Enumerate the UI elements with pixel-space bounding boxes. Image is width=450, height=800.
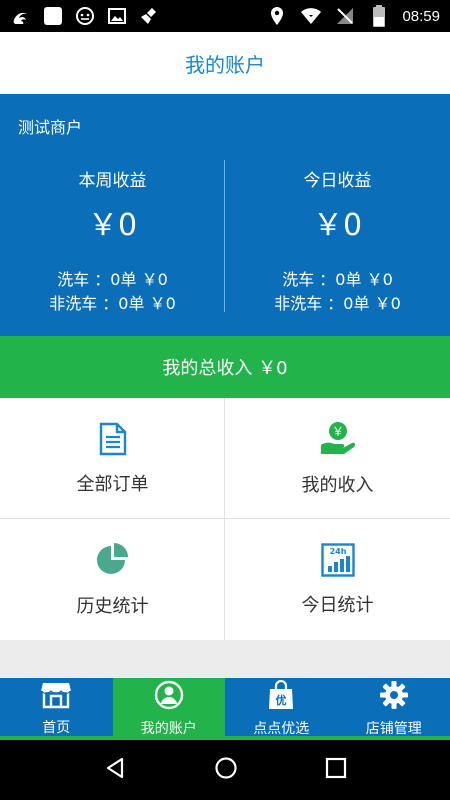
robot-icon	[74, 5, 96, 27]
nav-featured-label: 点点优选	[253, 721, 310, 737]
recents-icon[interactable]	[325, 757, 347, 783]
svg-text:￥: ￥	[331, 424, 343, 438]
uc-browser-icon	[10, 5, 32, 27]
svg-text:24h: 24h	[329, 547, 346, 556]
content-spacer	[0, 640, 450, 678]
weekly-wash-line: 洗车 ：0单 ￥0	[57, 270, 168, 289]
pie-chart-icon	[95, 542, 131, 582]
wifi-icon	[300, 5, 322, 27]
today-earnings-amount: ￥0	[312, 208, 363, 243]
total-income-bar[interactable]: 我的总收入 ￥0	[0, 336, 450, 398]
app-header: 我的账户	[0, 32, 450, 94]
today-stats-button[interactable]: 24h 今日统计	[225, 519, 450, 640]
svg-text:优: 优	[276, 693, 287, 707]
today-wash-line: 洗车 ：0单 ￥0	[282, 270, 393, 289]
history-stats-label: 历史统计	[76, 595, 149, 617]
location-icon	[266, 5, 288, 27]
today-stats-label: 今日统计	[301, 594, 374, 616]
nav-my-account[interactable]: 我的账户	[112, 678, 225, 740]
nav-home[interactable]: 首页	[0, 678, 113, 740]
income-hand-coin-icon: ￥	[318, 421, 358, 461]
nav-my-account-label: 我的账户	[140, 721, 197, 737]
merchant-name: 测试商户	[18, 118, 83, 137]
back-icon[interactable]	[103, 756, 127, 784]
status-time: 08:59	[402, 7, 440, 25]
today-earnings-label: 今日收益	[303, 171, 372, 191]
document-icon	[98, 422, 128, 460]
my-income-label: 我的收入	[301, 474, 374, 496]
page-title: 我的账户	[185, 52, 265, 77]
android-nav-bar	[0, 740, 450, 800]
bar-chart-24h-icon: 24h	[320, 542, 355, 581]
image-icon	[106, 5, 128, 27]
total-income-label: 我的总收入 ￥0	[162, 358, 288, 379]
nav-home-label: 首页	[42, 720, 71, 736]
status-right-icons: 08:59	[266, 5, 440, 27]
gear-icon	[379, 680, 409, 714]
weekly-earnings-label: 本周收益	[78, 171, 147, 191]
status-left-icons	[10, 5, 160, 27]
weekly-earnings: 本周收益 ￥0 洗车 ：0单 ￥0 非洗车 ：0单 ￥0	[0, 158, 225, 318]
app-square-icon	[42, 5, 64, 27]
weekly-non-wash-line: 非洗车 ：0单 ￥0	[49, 294, 176, 313]
bottom-nav: 首页 我的账户 优 点点优选 店铺管理	[0, 678, 450, 740]
no-signal-icon	[334, 5, 356, 27]
shopping-bag-icon: 优	[268, 679, 294, 714]
user-icon	[154, 680, 184, 714]
all-orders-button[interactable]: 全部订单	[0, 398, 225, 519]
nav-store-management[interactable]: 店铺管理	[338, 678, 450, 740]
broom-icon	[138, 5, 160, 27]
all-orders-label: 全部订单	[76, 473, 149, 495]
history-stats-button[interactable]: 历史统计	[0, 519, 225, 640]
my-income-button[interactable]: ￥ 我的收入	[225, 398, 450, 519]
home-icon[interactable]	[214, 756, 238, 784]
nav-featured[interactable]: 优 点点优选	[225, 678, 338, 740]
weekly-earnings-amount: ￥0	[87, 208, 138, 243]
status-bar: 08:59	[0, 0, 450, 32]
today-earnings: 今日收益 ￥0 洗车 ：0单 ￥0 非洗车 ：0单 ￥0	[225, 158, 450, 318]
function-grid: 全部订单 ￥ 我的收入 历史统计 24h 今日统计	[0, 398, 450, 640]
nav-store-management-label: 店铺管理	[365, 721, 422, 737]
storefront-icon	[40, 681, 72, 713]
account-panel: 测试商户 本周收益 ￥0 洗车 ：0单 ￥0 非洗车 ：0单 ￥0 今日收益 ￥…	[0, 94, 450, 336]
today-non-wash-line: 非洗车 ：0单 ￥0	[274, 294, 401, 313]
battery-icon	[368, 5, 390, 27]
